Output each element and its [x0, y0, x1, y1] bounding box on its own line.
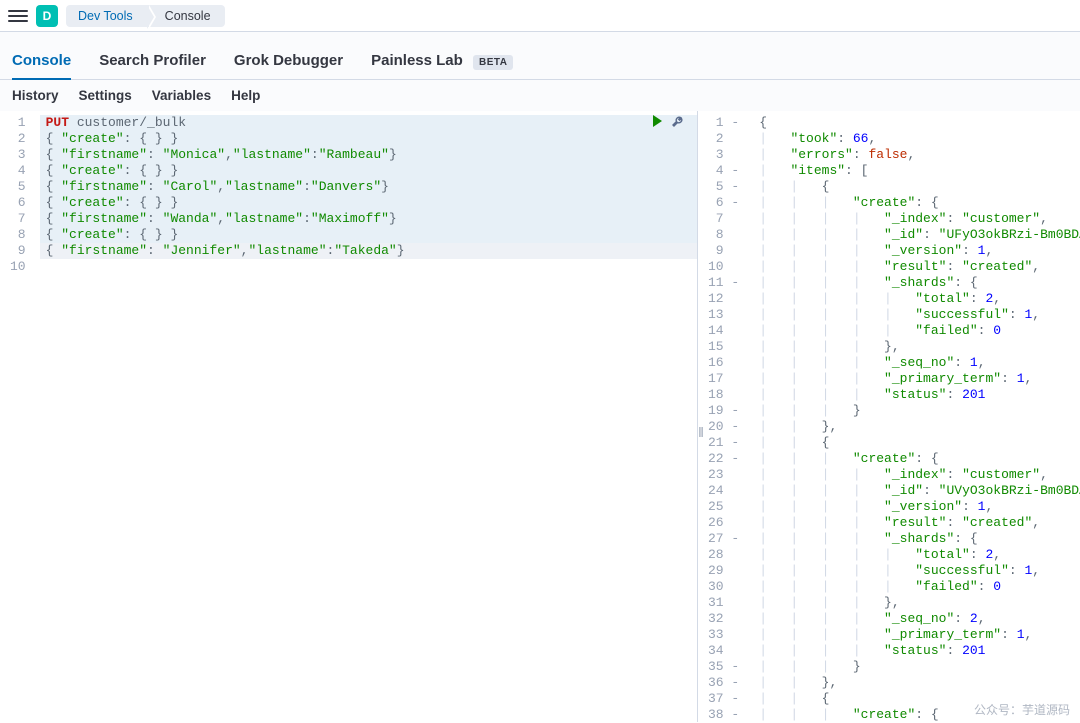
breadcrumb: Dev Tools Console: [66, 5, 225, 27]
tab-painless-lab-label: Painless Lab: [371, 52, 463, 69]
breadcrumb-item-console[interactable]: Console: [147, 5, 225, 27]
tab-painless-lab[interactable]: Painless Lab BETA: [371, 44, 513, 79]
editor-area: 12345678910 PUT customer/_bulk{ "create"…: [0, 111, 1080, 722]
request-editor[interactable]: 12345678910 PUT customer/_bulk{ "create"…: [0, 111, 697, 722]
subtab-history[interactable]: History: [12, 88, 59, 103]
hamburger-menu-icon[interactable]: [8, 6, 28, 26]
request-action-icons: [649, 113, 687, 129]
main-tabs: Console Search Profiler Grok Debugger Pa…: [0, 32, 1080, 80]
run-icon[interactable]: [649, 113, 665, 129]
console-subtabs: History Settings Variables Help: [0, 80, 1080, 111]
splitter-handle-icon[interactable]: ‖: [698, 417, 705, 447]
request-gutter: 12345678910: [0, 111, 34, 722]
subtab-settings[interactable]: Settings: [79, 88, 132, 103]
beta-badge: BETA: [473, 55, 513, 70]
watermark-text: 公众号：芋道源码: [974, 701, 1070, 718]
request-panel: 12345678910 PUT customer/_bulk{ "create"…: [0, 111, 698, 722]
response-code: {| "took": 66,| "errors": false,| "items…: [747, 111, 1080, 722]
response-gutter: 1 - 2 3 4 - 5 - 6 - 7 8 9 10 11 -12 13 1…: [698, 111, 747, 722]
wrench-icon[interactable]: [671, 113, 687, 129]
subtab-help[interactable]: Help: [231, 88, 260, 103]
tab-grok-debugger[interactable]: Grok Debugger: [234, 44, 343, 79]
request-code[interactable]: PUT customer/_bulk{ "create": { } }{ "fi…: [34, 111, 697, 722]
subtab-variables[interactable]: Variables: [152, 88, 211, 103]
response-panel: ‖ 1 - 2 3 4 - 5 - 6 - 7 8 9 10 11 -12 13…: [698, 111, 1080, 722]
top-bar: D Dev Tools Console: [0, 0, 1080, 32]
breadcrumb-item-devtools[interactable]: Dev Tools: [66, 5, 147, 27]
response-viewer[interactable]: 1 - 2 3 4 - 5 - 6 - 7 8 9 10 11 -12 13 1…: [698, 111, 1080, 722]
app-logo-badge[interactable]: D: [36, 5, 58, 27]
tab-search-profiler[interactable]: Search Profiler: [99, 44, 206, 79]
tab-console[interactable]: Console: [12, 44, 71, 79]
